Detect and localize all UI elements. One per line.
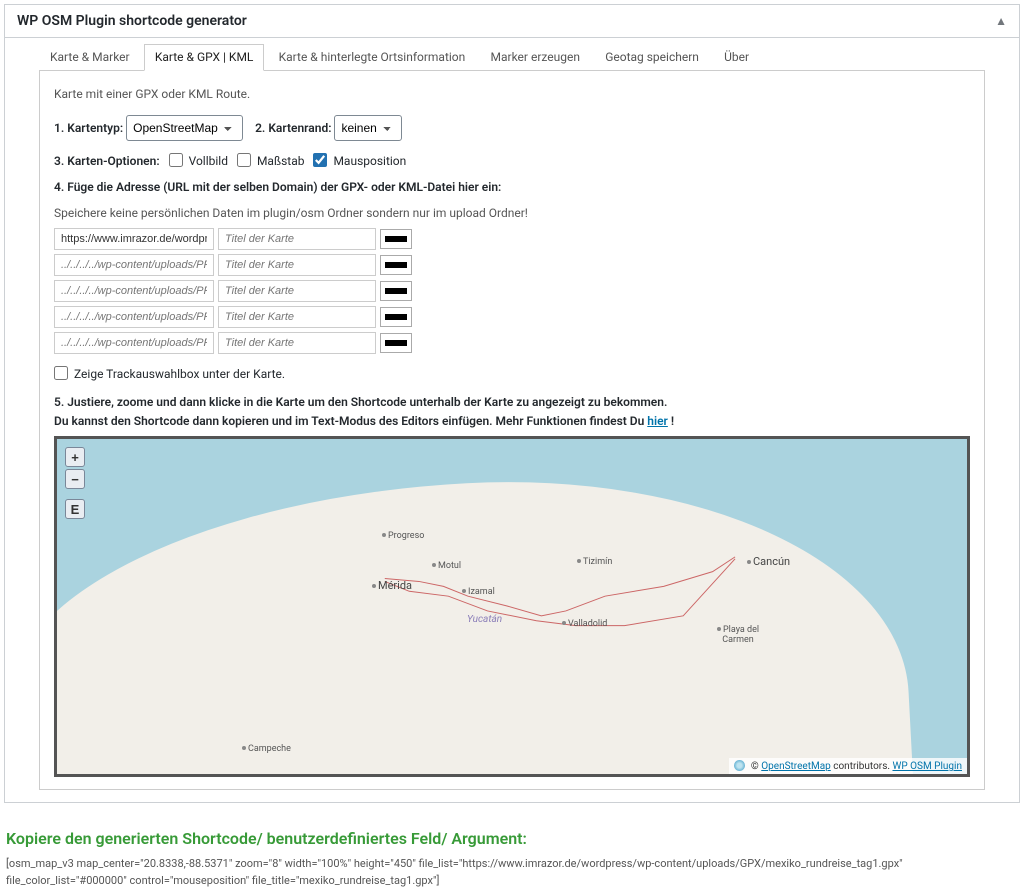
shortcode-generator-panel: WP OSM Plugin shortcode generator ▲ Kart… [4,4,1020,803]
title-input-5[interactable] [218,332,376,354]
tab-karte-ortsinfo[interactable]: Karte & hinterlegte Ortsinformation [268,44,477,70]
intro-text: Karte mit einer GPX oder KML Route. [54,87,970,101]
city-cancun: Cancún [747,555,790,568]
checkbox-vollbild[interactable] [169,153,183,167]
label-massstab: Maßstab [257,154,305,168]
title-input-2[interactable] [218,254,376,276]
file-row-4 [54,306,970,328]
step4-note: Speichere keine persönlichen Daten im pl… [54,206,970,220]
url-input-5[interactable] [54,332,214,354]
label-vollbild: Vollbild [189,154,228,168]
title-input-4[interactable] [218,306,376,328]
city-tizimin: Tizimín [577,557,612,567]
zoom-out-button[interactable]: − [65,469,85,489]
city-izamal: Izamal [462,587,495,597]
city-campeche: Campeche [242,744,291,754]
url-input-3[interactable] [54,280,214,302]
city-playa: Playa delCarmen [717,626,759,646]
city-progreso: Progreso [382,531,424,541]
export-button[interactable]: E [65,499,85,519]
map-container[interactable]: Progreso Mérida Motul Izamal Tizimín Val… [54,436,970,777]
row-trackbox: Zeige Trackauswahlbox unter der Karte. [54,366,970,381]
step5-text: 5. Justiere, zoome und dann klicke in di… [54,393,970,430]
title-input-1[interactable] [218,228,376,250]
select-kartenrand[interactable]: keinen [334,115,402,141]
checkbox-trackbox[interactable] [54,366,68,380]
city-motul: Motul [432,561,461,571]
title-input-3[interactable] [218,280,376,302]
file-row-3 [54,280,970,302]
color-picker-1[interactable] [380,229,412,249]
tab-marker-erzeugen[interactable]: Marker erzeugen [480,44,591,70]
url-input-4[interactable] [54,306,214,328]
map-route [57,439,967,774]
color-picker-2[interactable] [380,255,412,275]
label-kartentyp: 1. Kartentyp: [54,121,123,135]
tab-bar: Karte & Marker Karte & GPX | KML Karte &… [39,44,985,71]
url-input-2[interactable] [54,254,214,276]
region-yucatan: Yucatán [467,614,502,625]
label-step4: 4. Füge die Adresse (URL mit der selben … [54,180,501,194]
panel-toggle-icon[interactable]: ▲ [995,14,1007,28]
label-trackbox: Zeige Trackauswahlbox unter der Karte. [74,367,285,381]
tab-geotag[interactable]: Geotag speichern [594,44,710,70]
color-picker-3[interactable] [380,281,412,301]
label-optionen: 3. Karten-Optionen: [54,154,160,168]
tab-content: Karte mit einer GPX oder KML Route. 1. K… [39,71,985,790]
color-picker-5[interactable] [380,333,412,353]
tab-ueber[interactable]: Über [713,44,760,70]
panel-body: Karte & Marker Karte & GPX | KML Karte &… [5,38,1019,802]
panel-title: WP OSM Plugin shortcode generator [17,13,247,29]
label-kartenrand: 2. Kartenrand: [255,121,331,135]
url-input-1[interactable] [54,228,214,250]
tab-karte-marker[interactable]: Karte & Marker [39,44,141,70]
file-row-1 [54,228,970,250]
checkbox-mausposition[interactable] [313,153,327,167]
checkbox-massstab[interactable] [237,153,251,167]
map-controls: + − E [65,447,85,521]
result-shortcode: [osm_map_v3 map_center="20.8338,-88.5371… [6,856,1018,889]
row-optionen: 3. Karten-Optionen: Vollbild Maßstab Mau… [54,153,970,168]
file-row-2 [54,254,970,276]
city-valladolid: Valladolid [562,619,607,629]
file-row-5 [54,332,970,354]
row-step4: 4. Füge die Adresse (URL mit der selben … [54,180,970,194]
select-kartentyp[interactable]: OpenStreetMap [126,115,243,141]
row-kartentyp-rand: 1. Kartentyp: OpenStreetMap 2. Kartenran… [54,115,970,141]
link-hier[interactable]: hier [647,414,668,428]
panel-header: WP OSM Plugin shortcode generator ▲ [5,5,1019,38]
color-picker-4[interactable] [380,307,412,327]
result-heading: Kopiere den generierten Shortcode/ benut… [6,829,1020,848]
city-merida: Mérida [372,579,412,592]
label-mausposition: Mausposition [333,154,406,168]
zoom-in-button[interactable]: + [65,447,85,467]
tab-karte-gpx-kml[interactable]: Karte & GPX | KML [144,44,265,71]
